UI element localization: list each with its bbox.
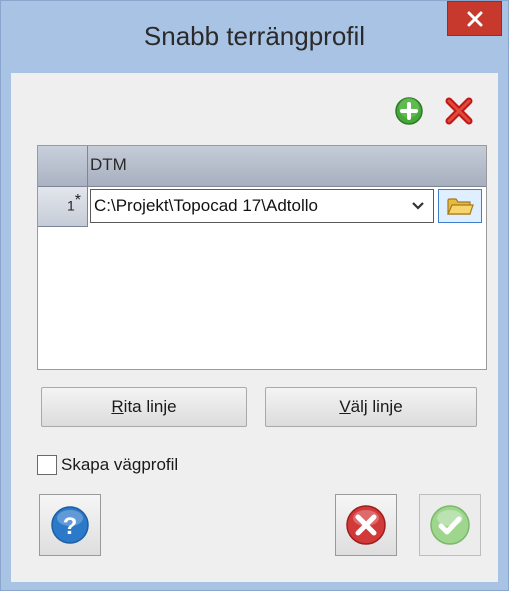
row-header[interactable]: 1* <box>38 187 88 227</box>
column-header-dtm[interactable]: DTM <box>90 155 127 175</box>
chevron-down-icon[interactable] <box>409 197 427 215</box>
cancel-button[interactable] <box>335 494 397 556</box>
grid-corner <box>38 146 88 186</box>
cancel-icon <box>346 505 386 545</box>
help-icon: ? <box>51 506 89 544</box>
dialog-window: Snabb terrängprofil DTM 1* C:\Projekt\To… <box>0 0 509 591</box>
svg-text:?: ? <box>63 513 78 540</box>
create-road-profile-option[interactable]: Skapa vägprofil <box>37 453 178 477</box>
delete-button[interactable] <box>441 93 477 129</box>
dtm-grid: DTM 1* C:\Projekt\Topocad 17\Adtollo <box>37 145 487 370</box>
grid-header: DTM <box>38 146 486 187</box>
delete-icon <box>445 97 473 125</box>
help-button[interactable]: ? <box>39 494 101 556</box>
create-road-profile-label: Skapa vägprofil <box>61 455 179 474</box>
close-button[interactable] <box>447 1 502 36</box>
window-title: Snabb terrängprofil <box>143 21 366 51</box>
dtm-path-value: C:\Projekt\Topocad 17\Adtollo <box>94 196 318 215</box>
row-marker: * <box>74 192 81 209</box>
draw-line-button[interactable]: Rita linje <box>41 387 247 427</box>
ok-button[interactable] <box>419 494 481 556</box>
table-row: 1* C:\Projekt\Topocad 17\Adtollo <box>38 187 486 227</box>
close-icon <box>467 11 482 26</box>
dialog-body: DTM 1* C:\Projekt\Topocad 17\Adtollo R i… <box>11 73 498 582</box>
folder-icon <box>447 198 474 215</box>
select-line-button[interactable]: Välj linje <box>265 387 477 427</box>
add-icon <box>395 97 423 125</box>
create-road-profile-checkbox[interactable] <box>37 455 57 475</box>
dtm-path-select[interactable]: C:\Projekt\Topocad 17\Adtollo <box>90 189 434 223</box>
add-button[interactable] <box>391 93 427 129</box>
title-bar[interactable]: Snabb terrängprofil <box>1 1 508 71</box>
row-number: 1 <box>66 197 75 214</box>
browse-folder-button[interactable] <box>438 189 482 223</box>
checkmark-icon <box>430 505 470 545</box>
